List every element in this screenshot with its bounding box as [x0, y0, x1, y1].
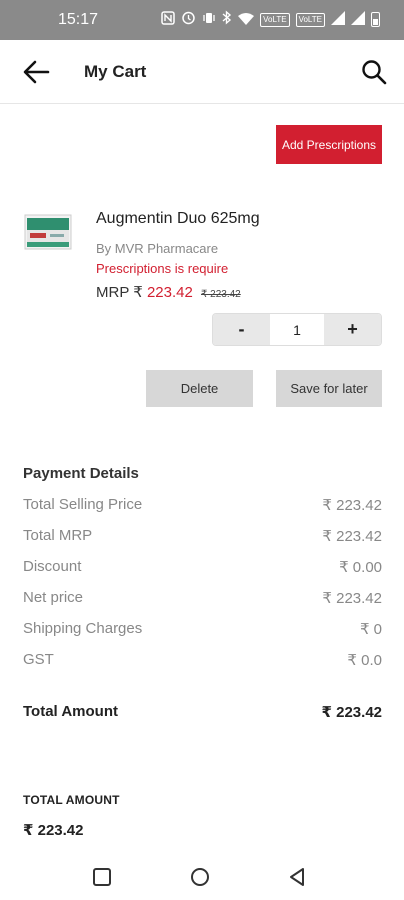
mrp-strikethrough: ₹ 223.42: [201, 289, 241, 300]
payment-row-value: ₹ 0.00: [339, 559, 382, 576]
signal-icon-2: [351, 10, 365, 29]
product-name[interactable]: Augmentin Duo 625mg: [96, 210, 260, 228]
product-image[interactable]: [24, 212, 72, 252]
back-arrow-icon: [23, 60, 50, 84]
status-bar: 15:17 VoLTE VoLTE: [0, 0, 404, 40]
battery-icon: [371, 12, 380, 27]
save-for-later-button[interactable]: Save for later: [276, 370, 382, 407]
add-prescriptions-button[interactable]: Add Prescriptions: [276, 125, 382, 164]
total-amount-label: Total Amount: [23, 703, 118, 720]
product-seller: By MVR Pharmacare: [96, 241, 219, 256]
triangle-back-icon: [290, 868, 304, 886]
payment-row: Shipping Charges ₹ 0: [23, 620, 382, 638]
footer-total-label: TOTAL AMOUNT: [23, 793, 120, 807]
volte-icon-2: VoLTE: [295, 12, 325, 27]
search-icon: [362, 60, 387, 85]
search-button[interactable]: [360, 58, 388, 86]
page-title: My Cart: [84, 62, 147, 81]
payment-row-value: ₹ 223.42: [322, 590, 382, 607]
mrp-prefix: MRP ₹: [96, 284, 143, 301]
total-amount-row: Total Amount ₹ 223.42: [23, 703, 382, 721]
payment-row-value: ₹ 0: [359, 621, 382, 638]
payment-row: Total Selling Price ₹ 223.42: [23, 496, 382, 514]
total-amount-value: ₹ 223.42: [321, 704, 382, 721]
footer-total-amount: ₹ 223.42: [23, 822, 84, 839]
status-time: 15:17: [58, 11, 99, 28]
sale-price: 223.42: [146, 284, 193, 301]
alarm-icon: [181, 10, 196, 29]
vibrate-icon: [202, 11, 216, 29]
payment-row-label: Net price: [23, 589, 84, 606]
back-button[interactable]: [20, 56, 52, 88]
payment-row-value: ₹ 223.42: [322, 528, 382, 545]
payment-row: Net price ₹ 223.42: [23, 589, 382, 607]
recents-button[interactable]: [90, 865, 114, 889]
payment-row-label: Total MRP: [23, 527, 93, 544]
volte-icon: VoLTE: [260, 12, 290, 27]
delete-button[interactable]: Delete: [146, 370, 253, 407]
app-bar: My Cart: [0, 40, 404, 104]
back-nav-button[interactable]: [285, 865, 309, 889]
decrement-button[interactable]: -: [213, 314, 270, 345]
quantity-value: 1: [293, 321, 301, 338]
price-row: MRP ₹ 223.42 ₹ 223.42: [96, 283, 241, 301]
payment-row: Discount ₹ 0.00: [23, 558, 382, 576]
payment-row-label: Discount: [23, 558, 82, 575]
payment-row-label: Total Selling Price: [23, 496, 143, 513]
signal-icon: [331, 10, 345, 29]
wifi-icon: [238, 11, 255, 29]
increment-button[interactable]: +: [324, 314, 381, 345]
payment-details-title: Payment Details: [23, 465, 139, 482]
payment-row-value: ₹ 0.0: [347, 652, 382, 669]
square-icon: [93, 868, 111, 886]
system-nav-bar: [0, 855, 404, 900]
prescription-required-note: Prescriptions is require: [96, 261, 229, 276]
nfc-icon: [161, 10, 175, 29]
bluetooth-icon: [222, 10, 232, 29]
status-icons: VoLTE VoLTE: [161, 10, 380, 29]
payment-row-value: ₹ 223.42: [322, 497, 382, 514]
quantity-stepper: - 1 +: [212, 313, 382, 346]
circle-icon: [191, 868, 209, 886]
payment-row-label: Shipping Charges: [23, 620, 143, 637]
payment-row: GST ₹ 0.0: [23, 651, 382, 669]
payment-row-label: GST: [23, 651, 54, 668]
home-button[interactable]: [188, 865, 212, 889]
payment-row: Total MRP ₹ 223.42: [23, 527, 382, 545]
